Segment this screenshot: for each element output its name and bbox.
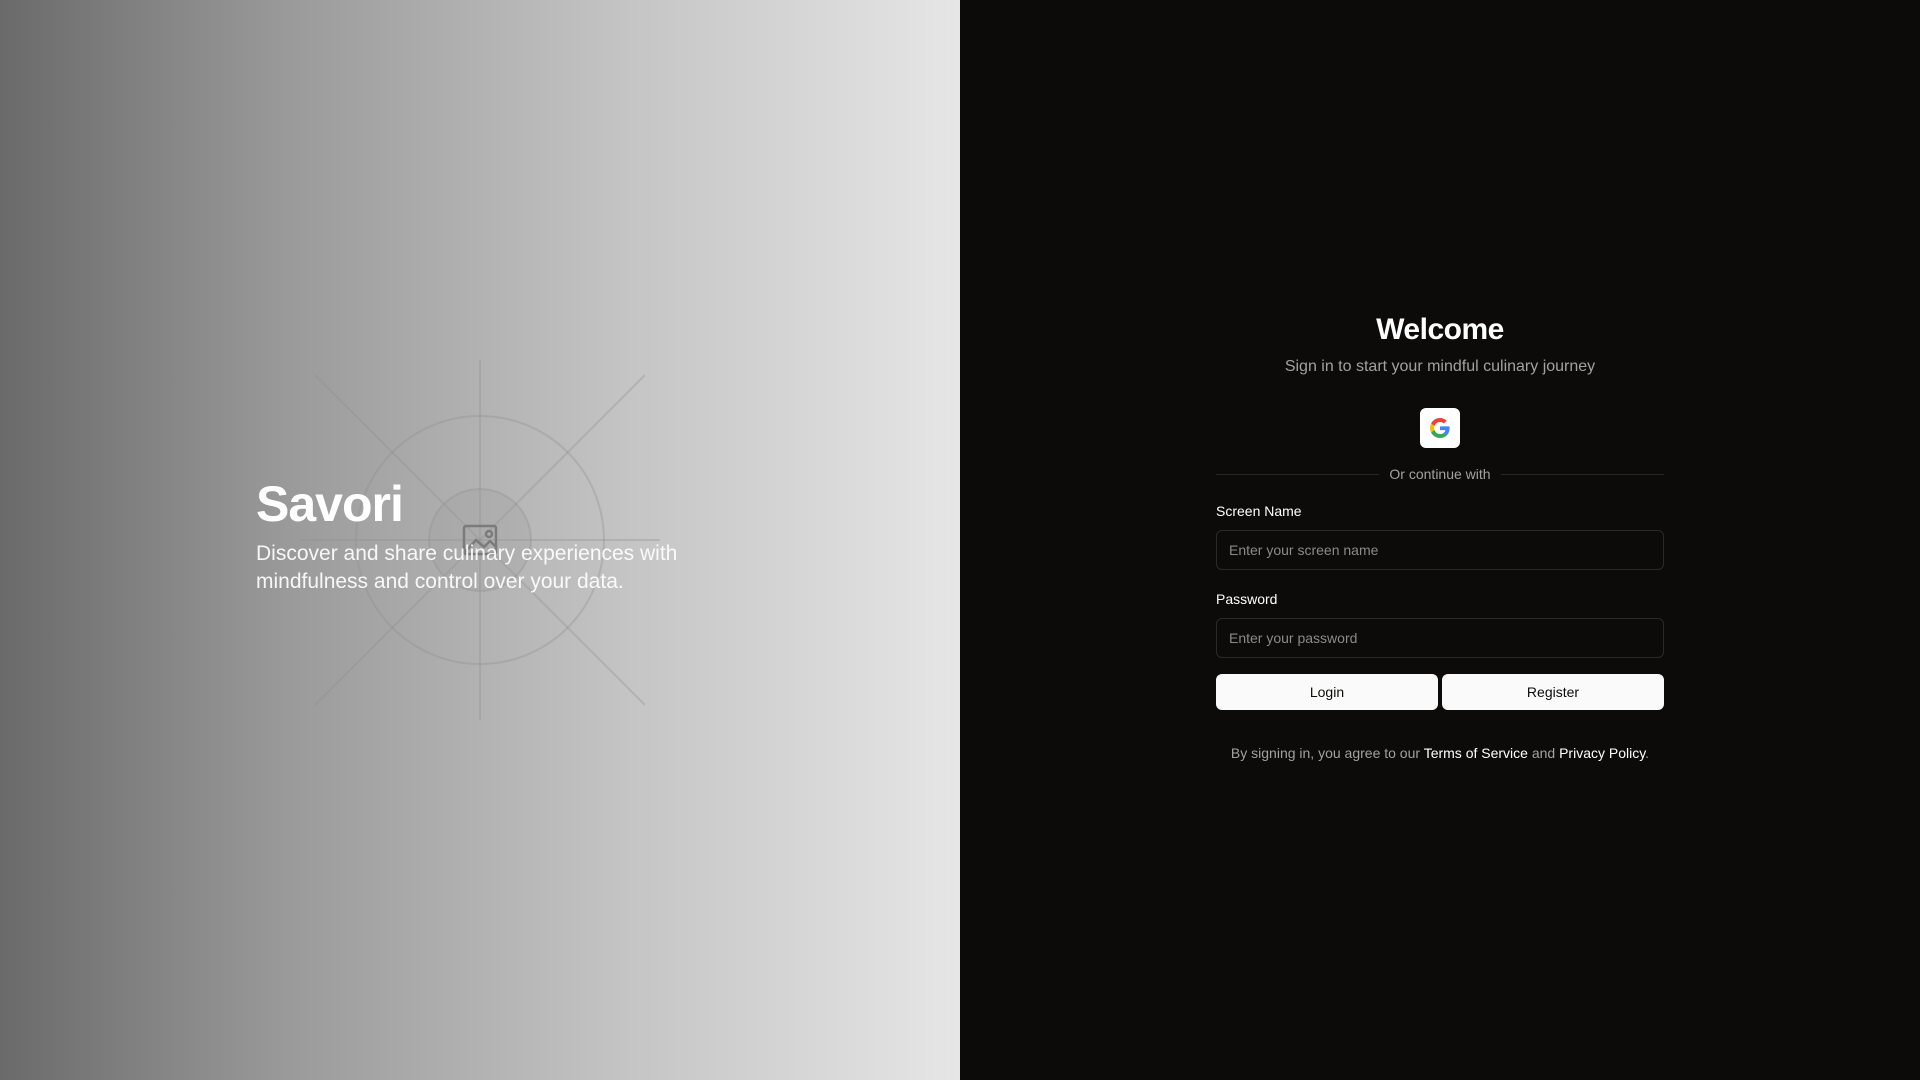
auth-panel: Welcome Sign in to start your mindful cu… — [960, 0, 1920, 1080]
terms-of-service-link[interactable]: Terms of Service — [1424, 745, 1528, 761]
password-input[interactable] — [1216, 618, 1664, 658]
password-label: Password — [1216, 591, 1278, 607]
legal-notice: By signing in, you agree to our Terms of… — [1216, 744, 1664, 762]
hero-text: Savori Discover and share culinary exper… — [256, 474, 736, 596]
or-divider: Or continue with — [1216, 466, 1665, 482]
screen-name-label: Screen Name — [1216, 503, 1302, 519]
welcome-title: Welcome — [1376, 313, 1504, 346]
legal-suffix: . — [1645, 745, 1650, 761]
welcome-subtitle: Sign in to start your mindful culinary j… — [1284, 358, 1596, 375]
divider-line-left — [1216, 473, 1380, 475]
login-button[interactable]: Login — [1216, 674, 1438, 710]
hero-panel: Savori Discover and share culinary exper… — [0, 0, 960, 1080]
brand-title: Savori — [256, 476, 404, 532]
screen-name-input[interactable] — [1216, 530, 1664, 570]
login-card: Welcome Sign in to start your mindful cu… — [1216, 308, 1665, 762]
oauth-row — [1216, 408, 1664, 448]
divider-label: Or continue with — [1389, 466, 1491, 482]
password-field: Password — [1216, 590, 1664, 658]
legal-prefix: By signing in, you agree to our — [1230, 745, 1424, 761]
google-signin-button[interactable] — [1420, 408, 1460, 448]
register-button[interactable]: Register — [1442, 674, 1664, 710]
screen-name-field: Screen Name — [1216, 502, 1664, 570]
login-page: Savori Discover and share culinary exper… — [0, 0, 1920, 1080]
brand-tagline: Discover and share culinary experiences … — [256, 542, 678, 593]
action-buttons: Login Register — [1216, 674, 1664, 710]
privacy-policy-link[interactable]: Privacy Policy — [1559, 745, 1645, 761]
divider-line-right — [1500, 473, 1665, 475]
legal-and: and — [1527, 745, 1560, 761]
google-icon — [1430, 418, 1450, 438]
